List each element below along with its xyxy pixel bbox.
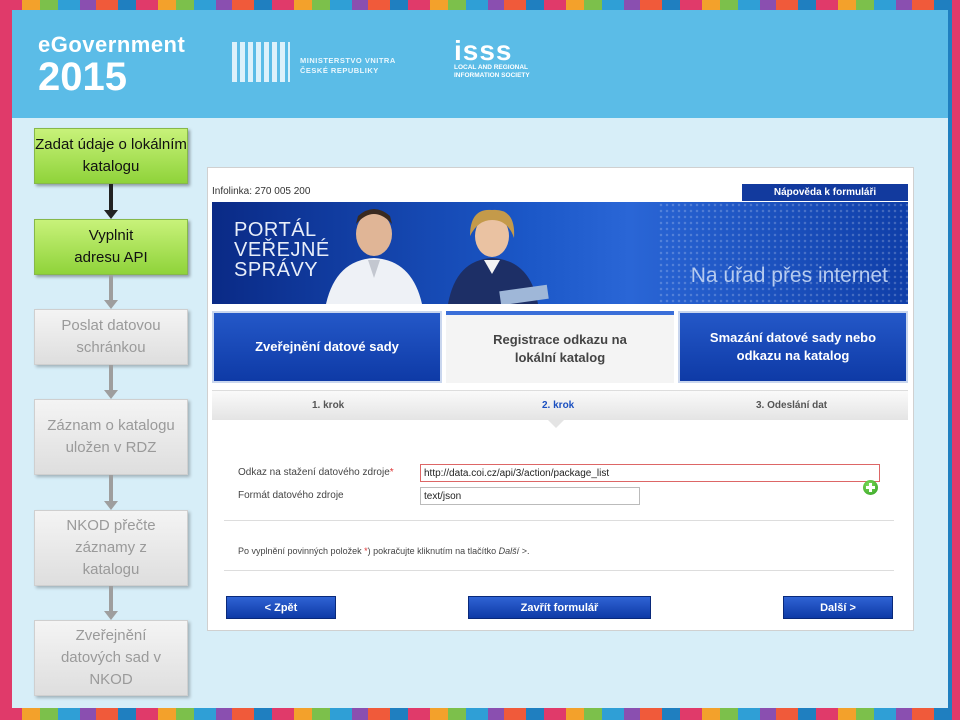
format-field-label: Formát datového zdroje xyxy=(238,490,344,501)
tab-label: Registrace odkazu na lokální katalog xyxy=(493,332,627,365)
flow-step-label: Zveřejnění datových sad v NKOD xyxy=(60,627,162,688)
note-button-ref: Další > xyxy=(498,546,527,556)
portal-slogan: Na úřad přes internet xyxy=(690,264,888,287)
tab-publish-dataset[interactable]: Zveřejnění datové sady xyxy=(212,311,442,383)
portal-screenshot: Infolinka: 270 005 200 Nápověda k formul… xyxy=(207,167,914,631)
step-2-current: 2. krok xyxy=(542,400,575,411)
flow-step-enter-catalog: Zadat údaje o lokálním katalogu xyxy=(34,128,188,184)
event-year: 2015 xyxy=(38,55,127,99)
ministry-name: MINISTERSTVO VNITRA ČESKÉ REPUBLIKY xyxy=(300,56,396,76)
flow-step-label: NKOD přečte záznamy z katalogu xyxy=(66,517,156,578)
slide: eGovernment 2015 MINISTERSTVO VNITRA ČES… xyxy=(12,10,948,708)
divider xyxy=(224,570,894,571)
note-text-3: . xyxy=(526,546,530,556)
flow-step-fill-api: Vyplnit adresu API xyxy=(34,219,188,275)
ministry-line-1: MINISTERSTVO VNITRA xyxy=(300,56,396,65)
add-row-icon[interactable] xyxy=(863,480,878,495)
url-label-text: Odkaz na stažení datového zdroje xyxy=(238,467,390,478)
flow-step-label: Vyplnit adresu API xyxy=(74,227,148,266)
step-1: 1. krok xyxy=(312,400,345,411)
egovernment-logo: eGovernment 2015 xyxy=(38,32,185,99)
isss-logo-text: isss xyxy=(454,35,513,66)
flow-arrow xyxy=(104,184,118,219)
tab-register-catalog[interactable]: Registrace odkazu na lokální katalog xyxy=(446,311,674,383)
hotline-text: Infolinka: 270 005 200 xyxy=(212,186,311,197)
instruction-note: Po vyplnění povinných položek *) pokraču… xyxy=(238,546,529,556)
flow-step-label: Zadat údaje o lokálním katalogu xyxy=(35,136,187,175)
flow-step-label: Poslat datovou schránkou xyxy=(61,317,161,356)
flow-step-label: Záznam o katalogu uložen v RDZ xyxy=(47,417,175,456)
flow-step-nkod-reads: NKOD přečte záznamy z katalogu xyxy=(34,510,188,586)
close-form-button[interactable]: Zavřít formulář xyxy=(468,596,651,619)
flow-arrow xyxy=(104,365,118,399)
man-photo-icon xyxy=(326,209,422,304)
isss-logo: isss LOCAL AND REGIONAL INFORMATION SOCI… xyxy=(454,35,530,80)
note-text-1: Po vyplnění povinných položek xyxy=(238,546,365,556)
header-banner: eGovernment 2015 MINISTERSTVO VNITRA ČES… xyxy=(12,10,948,118)
required-mark: * xyxy=(389,467,394,478)
dataset-url-input[interactable] xyxy=(420,464,880,482)
note-text-2: ) pokračujte kliknutím na tlačítko xyxy=(367,546,499,556)
isss-subtitle-2: INFORMATION SOCIETY xyxy=(454,72,530,79)
woman-photo-icon xyxy=(448,209,549,304)
url-field-label: Odkaz na stažení datového zdroje* xyxy=(238,467,394,478)
flow-arrow xyxy=(104,275,118,309)
form-help-button[interactable]: Nápověda k formuláři xyxy=(742,184,908,201)
isss-subtitle-1: LOCAL AND REGIONAL xyxy=(454,64,529,71)
flow-step-record-saved: Záznam o katalogu uložen v RDZ xyxy=(34,399,188,475)
flow-step-send-databox: Poslat datovou schránkou xyxy=(34,309,188,365)
tab-label: Zveřejnění datové sady xyxy=(255,339,399,354)
data-format-input[interactable] xyxy=(420,487,640,505)
divider xyxy=(224,520,894,521)
ministry-line-2: ČESKÉ REPUBLIKY xyxy=(300,66,379,75)
next-button[interactable]: Další > xyxy=(783,596,893,619)
portal-hero-banner: PORTÁL VEŘEJNÉ SPRÁVY Na úřad přes inter… xyxy=(212,202,908,304)
flow-arrow xyxy=(104,475,118,510)
flow-arrow xyxy=(104,586,118,620)
back-button[interactable]: < Zpět xyxy=(226,596,336,619)
step-3: 3. Odeslání dat xyxy=(756,400,828,411)
hero-dot-pattern xyxy=(658,202,908,304)
tab-delete-dataset[interactable]: Smazání datové sady nebo odkazu na katal… xyxy=(678,311,908,383)
step-pointer xyxy=(548,420,564,428)
tab-label: Smazání datové sady nebo odkazu na katal… xyxy=(709,330,877,363)
wizard-steps: 1. krok 2. krok 3. Odeslání dat xyxy=(212,390,908,420)
ministry-logo-icon xyxy=(232,42,290,82)
flow-step-publish-nkod: Zveřejnění datových sad v NKOD xyxy=(34,620,188,696)
